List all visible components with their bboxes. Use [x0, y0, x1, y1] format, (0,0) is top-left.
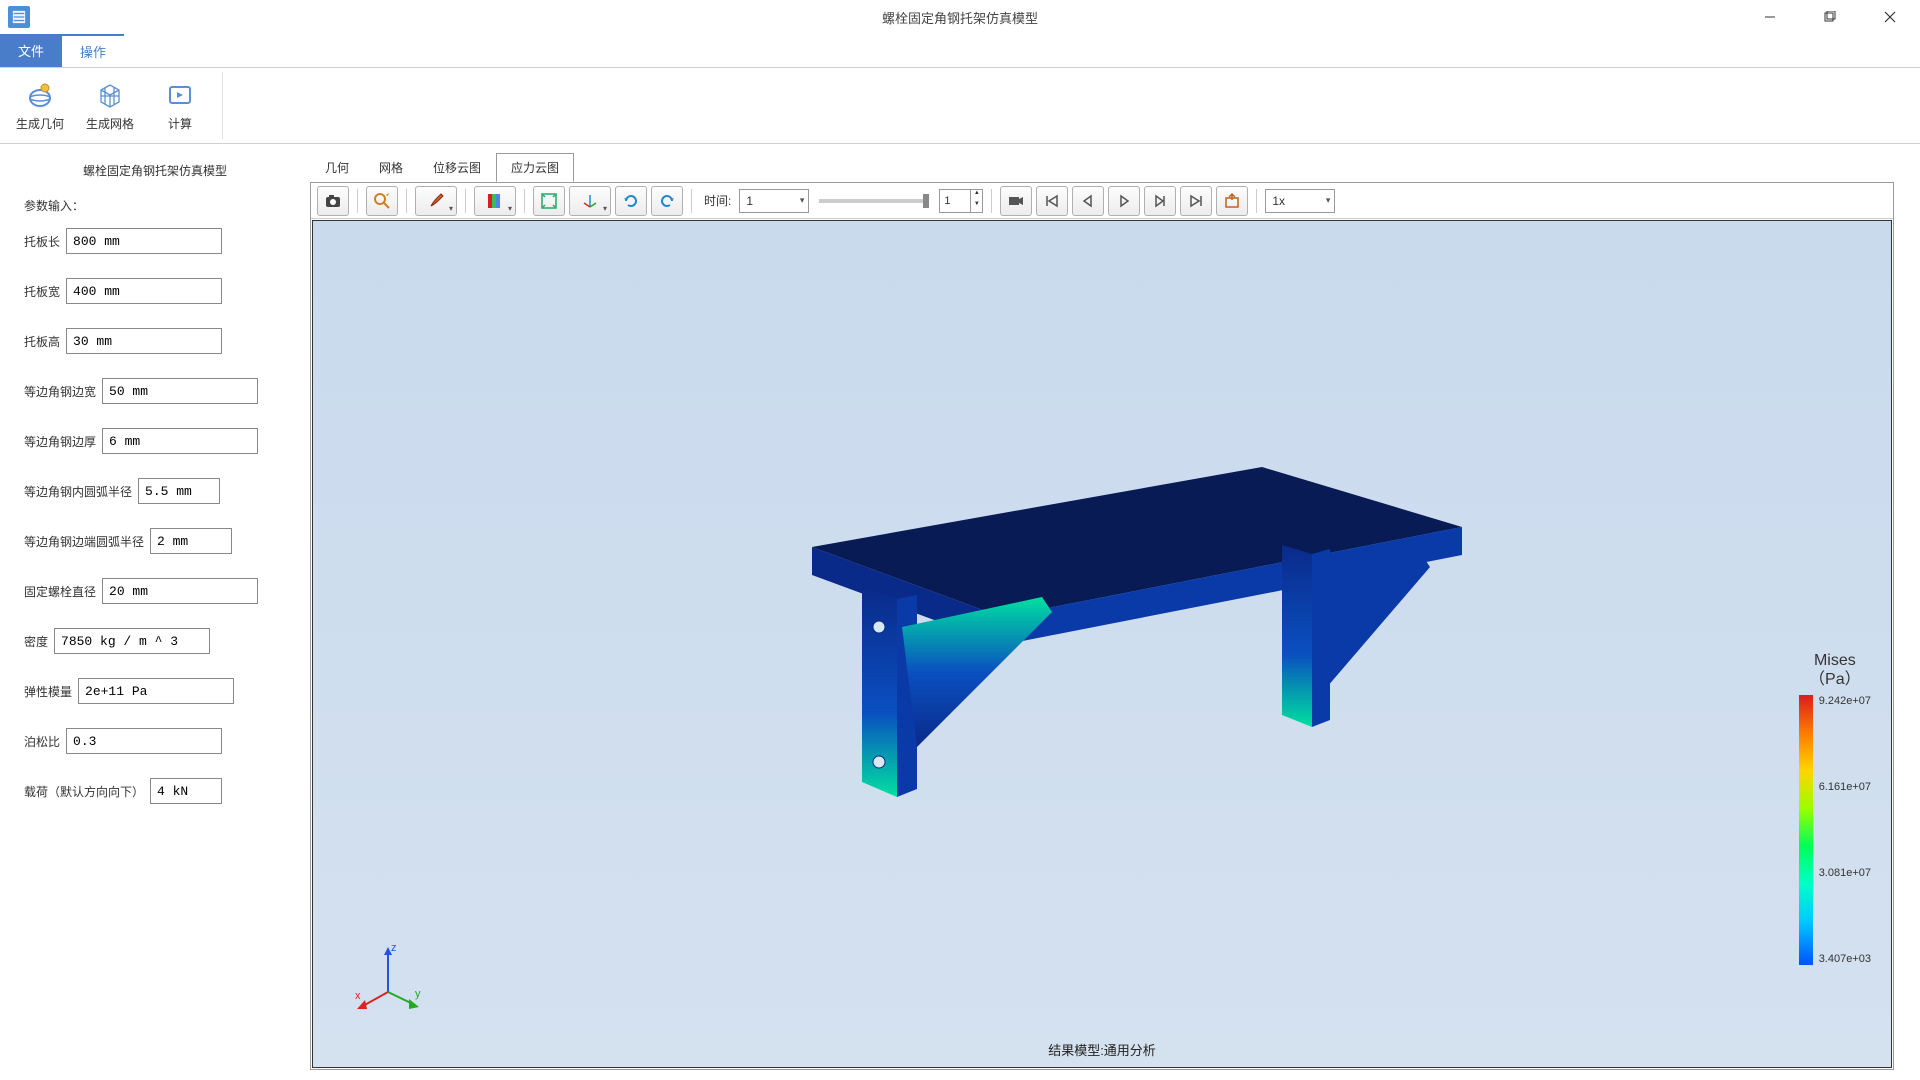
param-row: 托板高 [24, 328, 286, 354]
frame-spinner[interactable]: 1▲▼ [939, 189, 983, 213]
param-label: 泊松比 [24, 733, 60, 750]
param-label: 固定螺栓直径 [24, 583, 96, 600]
svg-text:y: y [415, 988, 421, 1000]
param-row: 密度 [24, 628, 286, 654]
window-title: 螺栓固定角钢托架仿真模型 [882, 8, 1038, 27]
param-label: 托板长 [24, 233, 60, 250]
shading-dropdown[interactable] [474, 186, 516, 216]
speed-combo[interactable]: 1x [1265, 189, 1335, 213]
export-anim-button[interactable] [1216, 186, 1248, 216]
param-label: 密度 [24, 633, 48, 650]
result-model-label: 结果模型:通用分析 [1048, 1040, 1156, 1059]
param-label: 等边角钢边厚 [24, 433, 96, 450]
compute-icon [164, 79, 196, 111]
axis-view-dropdown[interactable] [569, 186, 611, 216]
sphere-icon [24, 79, 56, 111]
axis-triad-icon: z x y [353, 937, 433, 1017]
rotate-cw-button[interactable] [651, 186, 683, 216]
next-frame-button[interactable] [1144, 186, 1176, 216]
zoom-extent-button[interactable] [366, 186, 398, 216]
param-label: 托板高 [24, 333, 60, 350]
param-input-6[interactable] [150, 528, 232, 554]
fit-view-button[interactable] [533, 186, 565, 216]
param-input-7[interactable] [102, 578, 258, 604]
tab-geometry[interactable]: 几何 [310, 153, 364, 182]
sidebar-title: 螺栓固定角钢托架仿真模型 [24, 162, 286, 179]
last-frame-button[interactable] [1180, 186, 1212, 216]
param-input-1[interactable] [66, 278, 222, 304]
menubar: 文件 操作 [0, 34, 1920, 68]
legend-tick: 3.407e+03 [1819, 953, 1871, 965]
scrollbar-thumb[interactable] [1906, 150, 1916, 200]
brush-dropdown[interactable] [415, 186, 457, 216]
legend-tick: 3.081e+07 [1819, 867, 1871, 879]
gen-mesh-button[interactable]: 生成网格 [78, 72, 142, 139]
param-input-9[interactable] [78, 678, 234, 704]
param-row: 载荷（默认方向向下） [24, 778, 286, 804]
viewport-toolbar: 时间: 1 1▲▼ 1x [311, 183, 1893, 219]
record-button[interactable] [1000, 186, 1032, 216]
svg-text:z: z [391, 942, 397, 954]
titlebar: 螺栓固定角钢托架仿真模型 [0, 0, 1920, 34]
tab-displacement[interactable]: 位移云图 [418, 153, 496, 182]
tab-mesh[interactable]: 网格 [364, 153, 418, 182]
param-label: 托板宽 [24, 283, 60, 300]
param-row: 弹性模量 [24, 678, 286, 704]
time-slider[interactable] [819, 199, 929, 203]
param-input-4[interactable] [102, 428, 258, 454]
legend-tick: 6.161e+07 [1819, 781, 1871, 793]
minimize-button[interactable] [1740, 0, 1800, 34]
sidebar: 螺栓固定角钢托架仿真模型 参数输入： 托板长托板宽托板高等边角钢边宽等边角钢边厚… [0, 144, 310, 1080]
close-button[interactable] [1860, 0, 1920, 34]
param-input-5[interactable] [138, 478, 220, 504]
param-input-3[interactable] [102, 378, 258, 404]
3d-viewport[interactable]: z x y Mises （Pa） 9.242e+07 6.161e+07 3.081… [312, 220, 1892, 1068]
legend-tick: 9.242e+07 [1819, 695, 1871, 707]
param-label: 等边角钢边宽 [24, 383, 96, 400]
param-row: 等边角钢边宽 [24, 378, 286, 404]
param-input-8[interactable] [54, 628, 210, 654]
main-panel: 几何 网格 位移云图 应力云图 时间: 1 [310, 144, 1920, 1080]
view-tabs: 几何 网格 位移云图 应力云图 [310, 154, 1894, 182]
param-row: 固定螺栓直径 [24, 578, 286, 604]
param-row: 等边角钢内圆弧半径 [24, 478, 286, 504]
camera-button[interactable] [317, 186, 349, 216]
param-label: 弹性模量 [24, 683, 72, 700]
section-label: 参数输入： [24, 197, 286, 214]
param-row: 等边角钢边端圆弧半径 [24, 528, 286, 554]
param-label: 等边角钢边端圆弧半径 [24, 533, 144, 550]
legend-color-bar [1799, 695, 1813, 965]
param-label: 载荷（默认方向向下） [24, 783, 144, 800]
svg-text:x: x [355, 990, 361, 1002]
ribbon: 生成几何 生成网格 计算 [0, 68, 1920, 144]
app-icon [8, 6, 30, 28]
color-legend: Mises （Pa） 9.242e+07 6.161e+07 3.081e+07 3.… [1799, 651, 1871, 965]
tab-stress[interactable]: 应力云图 [496, 153, 574, 182]
legend-title-line1: Mises [1814, 652, 1856, 669]
play-button[interactable] [1108, 186, 1140, 216]
rotate-ccw-button[interactable] [615, 186, 647, 216]
param-input-10[interactable] [66, 728, 222, 754]
compute-button[interactable]: 计算 [148, 72, 212, 139]
param-row: 托板长 [24, 228, 286, 254]
time-label: 时间: [704, 192, 731, 209]
param-row: 等边角钢边厚 [24, 428, 286, 454]
gen-geometry-button[interactable]: 生成几何 [8, 72, 72, 139]
param-row: 泊松比 [24, 728, 286, 754]
prev-frame-button[interactable] [1072, 186, 1104, 216]
param-input-2[interactable] [66, 328, 222, 354]
first-frame-button[interactable] [1036, 186, 1068, 216]
menu-operate[interactable]: 操作 [62, 34, 124, 67]
maximize-button[interactable] [1800, 0, 1860, 34]
param-label: 等边角钢内圆弧半径 [24, 483, 132, 500]
time-combo[interactable]: 1 [739, 189, 809, 213]
cube-mesh-icon [94, 79, 126, 111]
param-input-0[interactable] [66, 228, 222, 254]
legend-title-line2: （Pa） [1809, 671, 1861, 688]
param-input-11[interactable] [150, 778, 222, 804]
param-row: 托板宽 [24, 278, 286, 304]
menu-file[interactable]: 文件 [0, 34, 62, 67]
